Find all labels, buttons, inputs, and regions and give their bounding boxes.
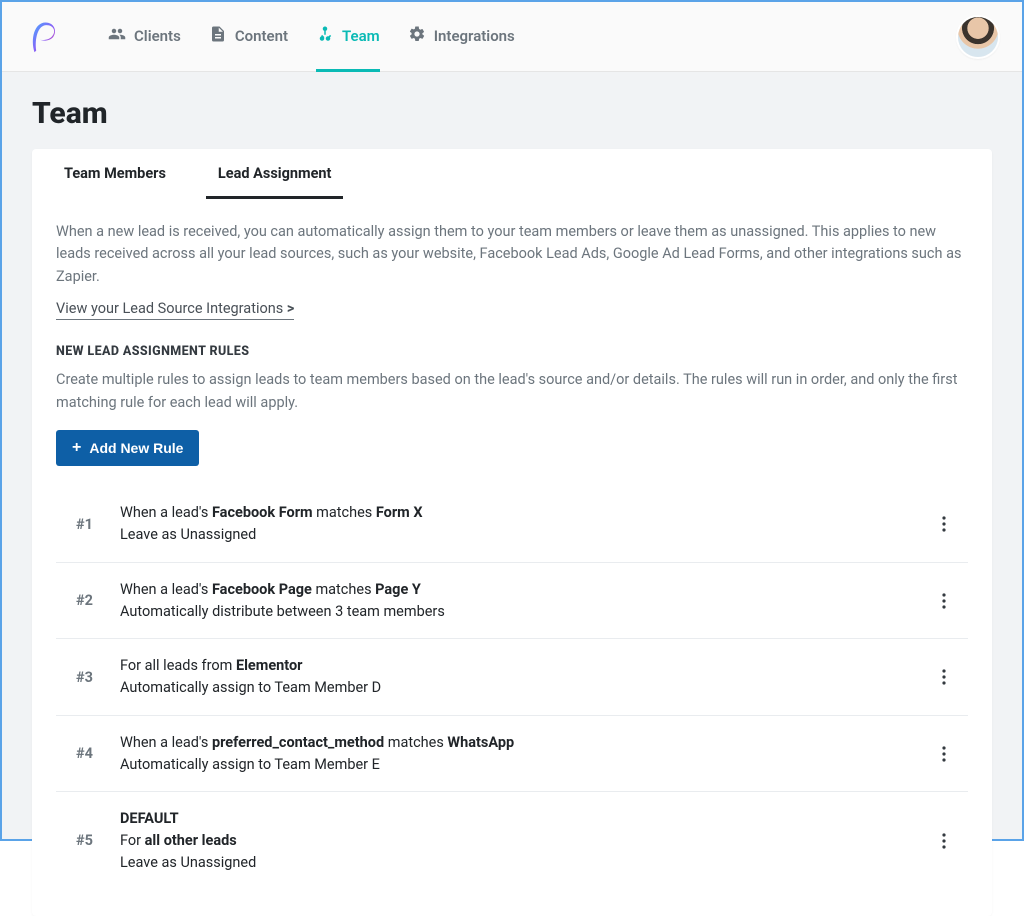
rule-number: #4	[76, 745, 120, 762]
rule-menu-button[interactable]	[928, 738, 960, 770]
rule-text: When a lead's preferred_contact_method m…	[120, 732, 928, 776]
nav-item-content[interactable]: Content	[209, 2, 288, 72]
nav-label: Integrations	[434, 27, 515, 45]
tab-team-members[interactable]: Team Members	[52, 149, 178, 199]
tab-lead-assignment[interactable]: Lead Assignment	[206, 149, 344, 199]
rule-row: #3 For all leads from Elementor Automati…	[56, 639, 968, 716]
nav-item-clients[interactable]: Clients	[108, 2, 181, 72]
nav-label: Clients	[134, 27, 181, 45]
topbar: Clients Content Team Integrations	[2, 2, 1022, 72]
team-icon	[316, 25, 334, 47]
rule-row: #1 When a lead's Facebook Form matches F…	[56, 486, 968, 563]
rules-heading: NEW LEAD ASSIGNMENT RULES	[56, 344, 968, 359]
lead-assignment-panel: When a new lead is received, you can aut…	[32, 199, 992, 916]
app-logo[interactable]	[26, 20, 60, 54]
nav-label: Content	[235, 27, 288, 45]
nav-item-integrations[interactable]: Integrations	[408, 2, 515, 72]
rule-menu-button[interactable]	[928, 508, 960, 540]
rules-list: #1 When a lead's Facebook Form matches F…	[56, 486, 968, 889]
page-body: Team Team Members Lead Assignment When a…	[2, 72, 1022, 839]
rule-number: #3	[76, 669, 120, 686]
rules-description: Create multiple rules to assign leads to…	[56, 369, 968, 414]
rule-number: #1	[76, 516, 120, 533]
add-rule-button[interactable]: + Add New Rule	[56, 430, 199, 466]
integrations-link[interactable]: View your Lead Source Integrations >	[56, 300, 294, 320]
link-text: View your Lead Source Integrations	[56, 300, 283, 317]
plus-icon: +	[72, 440, 81, 456]
chevron-right-icon: >	[287, 300, 294, 317]
team-card: Team Members Lead Assignment When a new …	[32, 149, 992, 916]
rule-menu-button[interactable]	[928, 661, 960, 693]
user-avatar[interactable]	[958, 17, 998, 57]
tab-list: Team Members Lead Assignment	[32, 149, 992, 199]
rule-text: When a lead's Facebook Form matches Form…	[120, 502, 928, 546]
page-title: Team	[32, 96, 992, 131]
rule-row: #2 When a lead's Facebook Page matches P…	[56, 563, 968, 640]
clients-icon	[108, 25, 126, 47]
lead-assignment-description: When a new lead is received, you can aut…	[56, 221, 968, 288]
add-rule-label: Add New Rule	[89, 440, 183, 456]
integrations-icon	[408, 25, 426, 47]
main-nav: Clients Content Team Integrations	[108, 2, 958, 71]
rule-menu-button[interactable]	[928, 585, 960, 617]
nav-label: Team	[342, 27, 380, 45]
content-icon	[209, 25, 227, 47]
rule-row: #4 When a lead's preferred_contact_metho…	[56, 716, 968, 793]
nav-item-team[interactable]: Team	[316, 2, 380, 72]
rule-number: #2	[76, 592, 120, 609]
rule-text: When a lead's Facebook Page matches Page…	[120, 579, 928, 623]
rule-text: For all leads from Elementor Automatical…	[120, 655, 928, 699]
